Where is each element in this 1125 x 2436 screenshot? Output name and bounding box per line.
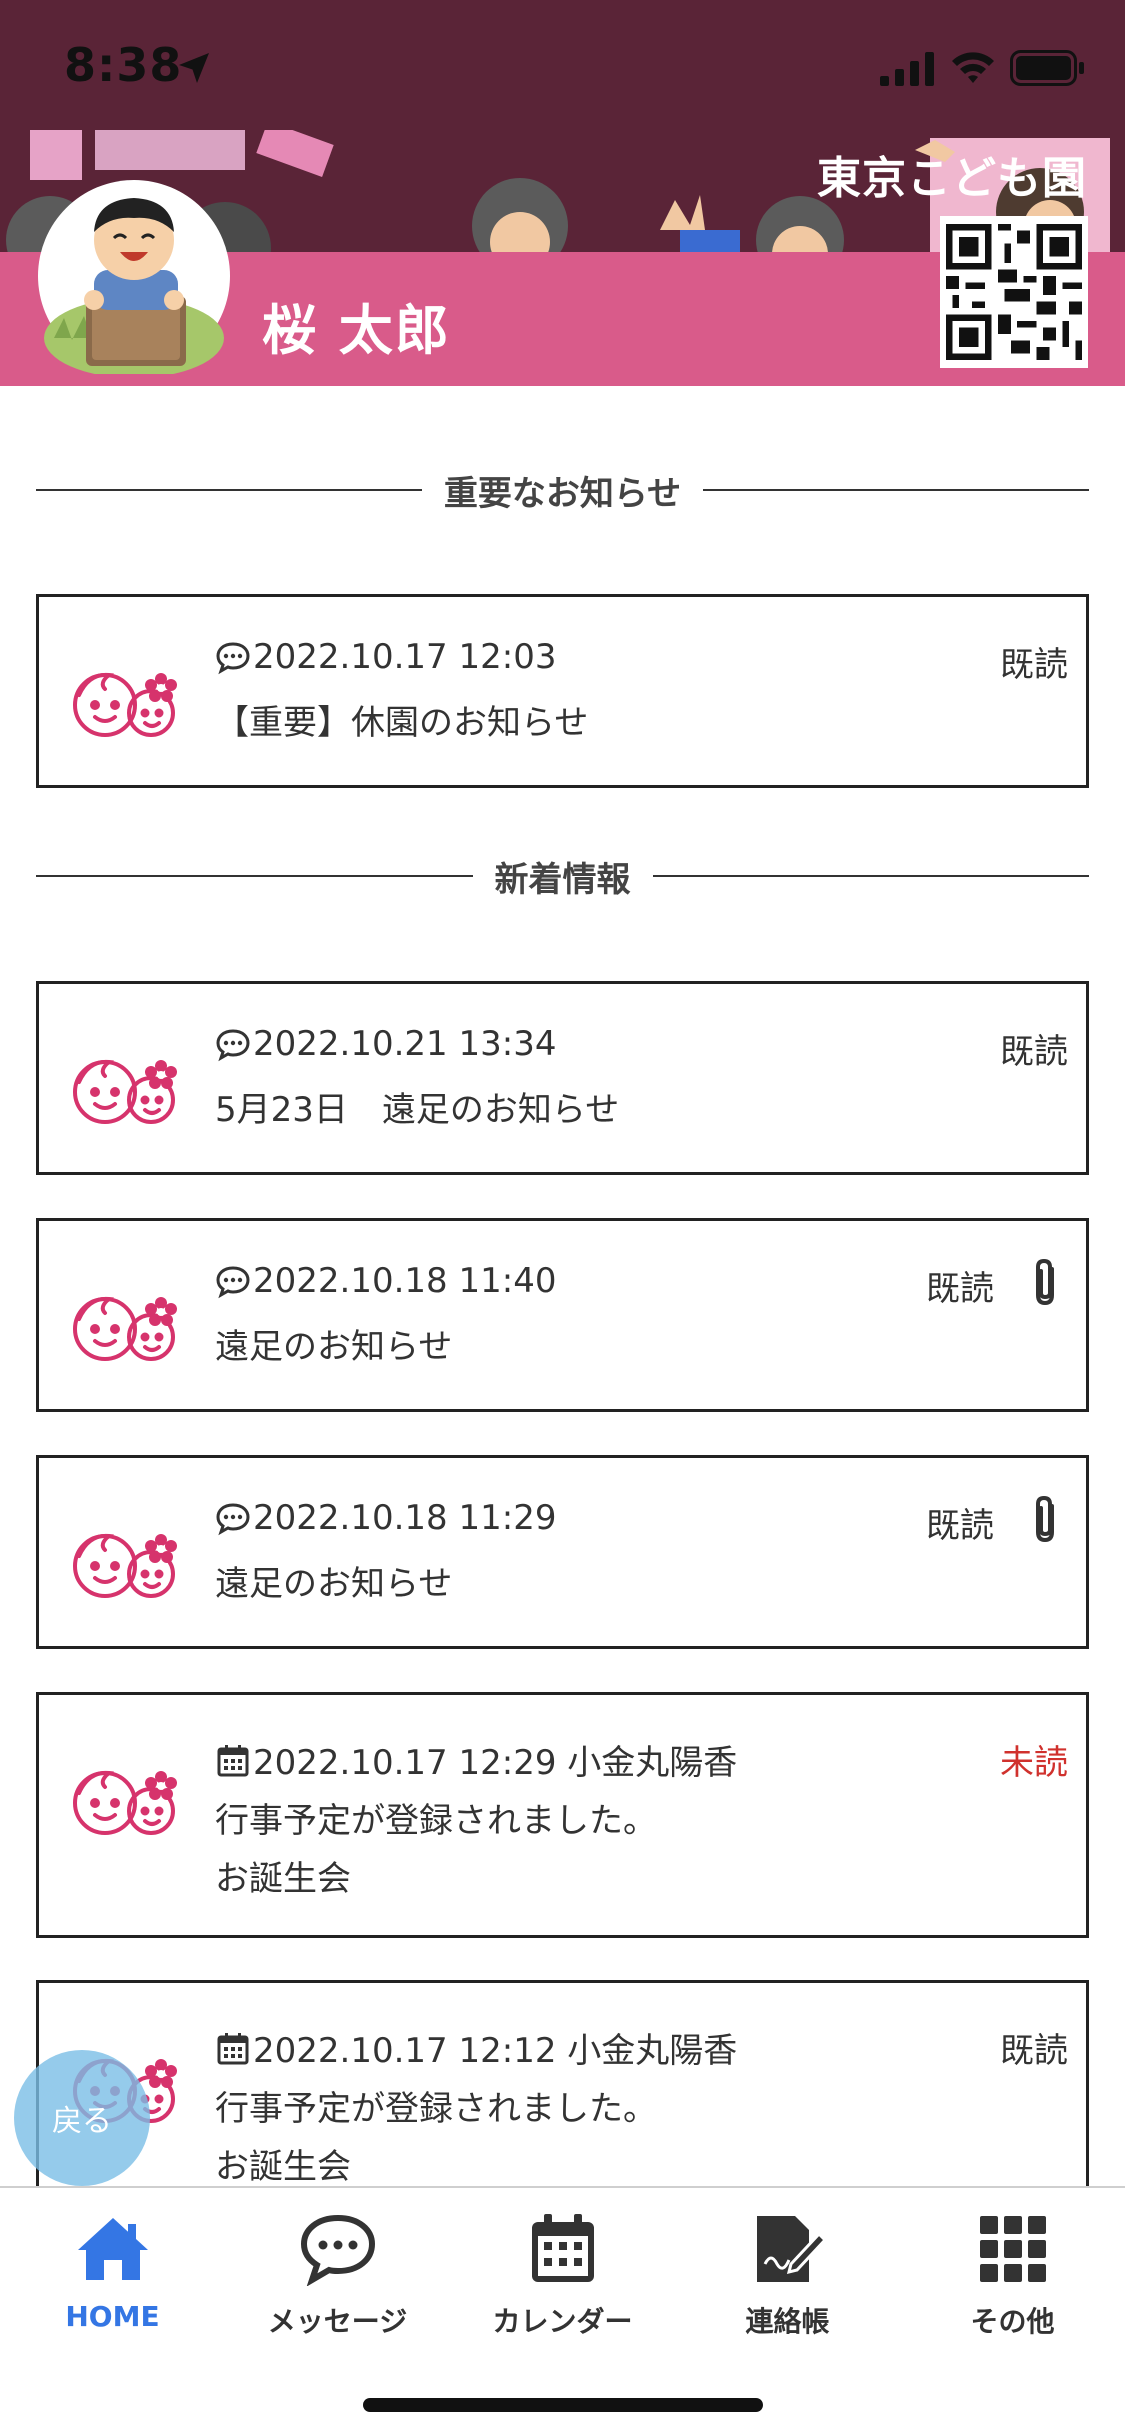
tab-label: メッセージ [267,2305,408,2338]
read-status: 既読 [1000,1032,1068,1072]
notice-card[interactable]: 2022.10.17 12:03 【重要】休園のお知らせ 既読 [36,594,1089,788]
home-indicator[interactable] [363,2398,763,2412]
notice-meta: 2022.10.17 12:12 小金丸陽香 [215,2023,737,2072]
tab-messages[interactable]: メッセージ [225,2212,450,2352]
section-title: 新着情報 [494,859,631,900]
tab-calendar[interactable]: カレンダー [450,2212,675,2352]
notice-datetime: 2022.10.17 12:12 小金丸陽香 [253,2031,738,2071]
notice-card[interactable]: 2022.10.17 12:29 小金丸陽香 行事予定が登録されました。 お誕生… [36,1692,1089,1938]
calendar-icon [217,1744,249,1776]
message-icon [216,642,250,675]
latest-info-heading: 新着情報 [36,846,1089,906]
notice-meta: 2022.10.17 12:03 [215,637,556,677]
tab-home[interactable]: HOME [0,2212,225,2352]
notice-meta: 2022.10.18 11:40 [215,1261,556,1301]
battery-icon [1010,50,1084,86]
location-arrow-icon [179,53,209,83]
divider [703,489,1090,491]
tab-notebook[interactable]: 連絡帳 [675,2212,900,2352]
unread-status: 未読 [1000,1743,1068,1783]
notice-card[interactable]: 2022.10.18 11:40 遠足のお知らせ 既読 [36,1218,1089,1412]
tab-others[interactable]: その他 [900,2212,1125,2352]
cellular-signal-icon [880,52,934,86]
read-status: 既読 [1000,645,1068,685]
kids-logo-icon [73,672,177,737]
notice-datetime: 2022.10.18 11:40 [253,1261,557,1301]
tab-label: その他 [970,2305,1055,2338]
status-bar: 8:38 [0,0,1125,130]
paperclip-icon[interactable] [1028,1257,1064,1309]
kids-logo-icon [73,1770,177,1835]
notice-title: 行事予定が登録されました。 [215,2089,657,2129]
kids-logo-icon [73,1059,177,1124]
notice-meta: 2022.10.21 13:34 [215,1024,556,1064]
notice-subtitle: お誕生会 [215,2147,351,2187]
notice-meta: 2022.10.17 12:29 小金丸陽香 [215,1735,737,1784]
message-icon [216,1503,250,1536]
notice-title: 【重要】休園のお知らせ [215,703,589,743]
school-name: 東京こども園 [817,153,1087,204]
notice-title: 5月23日 遠足のお知らせ [215,1090,620,1130]
home-icon [77,2218,148,2280]
notice-card[interactable]: 2022.10.21 13:34 5月23日 遠足のお知らせ 既読 [36,981,1089,1175]
notice-title: 行事予定が登録されました。 [215,1801,657,1841]
child-name: 桜 太郎 [262,299,451,362]
child-avatar[interactable] [36,178,232,374]
read-status: 既読 [926,1269,994,1309]
tab-label: カレンダー [492,2305,633,2338]
wifi-icon [952,52,994,83]
important-notices-heading: 重要なお知らせ [36,460,1090,520]
kids-logo-icon [73,1296,177,1361]
message-icon [216,1029,250,1062]
notice-subtitle: お誕生会 [215,1859,351,1899]
calendar-icon [531,2214,594,2282]
back-button[interactable]: 戻る [14,2050,150,2186]
notice-meta: 2022.10.18 11:29 [215,1498,556,1538]
calendar-icon [217,2032,249,2064]
divider [36,489,422,491]
notice-card[interactable]: 2022.10.18 11:29 遠足のお知らせ 既読 [36,1455,1089,1649]
paperclip-icon[interactable] [1028,1494,1064,1546]
grid-icon [979,2216,1046,2282]
section-title: 重要なお知らせ [443,473,682,514]
notice-title: 遠足のお知らせ [215,1564,453,1604]
read-status: 既読 [926,1506,994,1546]
tab-label: HOME [65,2300,160,2333]
status-time: 8:38 [64,38,183,92]
notice-datetime: 2022.10.21 13:34 [253,1024,557,1064]
kids-logo-icon [73,1533,177,1598]
notebook-pen-icon [756,2216,827,2282]
app-header: 8:38 東京こども園 桜 太郎 [0,0,1125,386]
divider [36,875,473,877]
tab-label: 連絡帳 [745,2305,830,2338]
notice-datetime: 2022.10.18 11:29 [253,1498,557,1538]
notice-title: 遠足のお知らせ [215,1327,453,1367]
qr-code[interactable] [940,216,1088,368]
message-icon [216,1266,250,1299]
notice-datetime: 2022.10.17 12:03 [253,637,557,677]
notice-datetime: 2022.10.17 12:29 小金丸陽香 [253,1743,738,1783]
read-status: 既読 [1000,2031,1068,2071]
speech-bubble-icon [300,2214,375,2286]
divider [652,875,1089,877]
